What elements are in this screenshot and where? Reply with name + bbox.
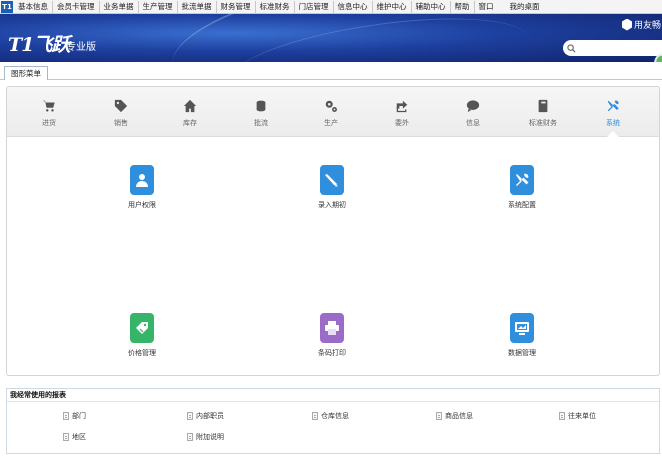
app-system-config[interactable]: 系统配置 (487, 165, 557, 210)
report-label: 内部职员 (196, 412, 224, 420)
menu-maintenance[interactable]: 维护中心 (373, 0, 412, 13)
document-icon (187, 433, 193, 441)
menu-my-desktop[interactable]: 我的桌面 (506, 1, 544, 13)
tag-icon (114, 99, 128, 113)
search-icon[interactable] (567, 43, 576, 53)
app-user-permission[interactable]: 用户权限 (107, 165, 177, 210)
document-icon (63, 412, 69, 420)
menu-business-docs[interactable]: 业务单据 (100, 0, 139, 13)
book-icon (538, 99, 548, 113)
report-label: 往来单位 (568, 412, 596, 420)
home-icon (183, 99, 197, 113)
report-label: 附加说明 (196, 433, 224, 441)
report-department[interactable]: 部门 (63, 411, 86, 421)
nav-label: 库存 (183, 119, 197, 127)
search-input[interactable] (578, 43, 658, 53)
coins-icon (256, 100, 266, 112)
report-label: 商品信息 (445, 412, 473, 420)
nav-label: 系统 (606, 119, 620, 127)
nav-label: 批流 (254, 119, 268, 127)
nav-label: 信息 (466, 119, 480, 127)
menu-batch-docs[interactable]: 批流单据 (178, 0, 217, 13)
menu-bar: T1 基本信息 会员卡管理 业务单据 生产管理 批流单据 财务管理 标准财务 门… (0, 0, 662, 14)
app-label: 录入期初 (318, 201, 346, 209)
nav-batch[interactable]: 批流 (231, 99, 291, 128)
app-label: 条码打印 (318, 349, 346, 357)
nav-production[interactable]: 生产 (301, 99, 361, 128)
menu-aux-center[interactable]: 辅助中心 (412, 0, 451, 13)
active-indicator (607, 131, 619, 137)
report-region[interactable]: 地区 (63, 432, 86, 442)
product-logo: T1飞跃 (8, 34, 70, 56)
gears-icon (325, 100, 337, 112)
app-price-management[interactable]: 价格管理 (107, 313, 177, 358)
app-label: 数据管理 (508, 349, 536, 357)
nav-outsource[interactable]: 委外 (372, 99, 432, 128)
app-logo-icon: T1 (1, 0, 13, 13)
app-barcode-print[interactable]: 条码打印 (297, 313, 367, 358)
menu-store[interactable]: 门店管理 (295, 0, 334, 13)
brand-name: 用友畅 (634, 21, 662, 31)
nav-label: 委外 (395, 119, 409, 127)
report-notes[interactable]: 附加说明 (187, 432, 224, 442)
document-icon (187, 412, 193, 420)
menu-help[interactable]: 帮助 (451, 0, 475, 13)
document-icon (559, 412, 565, 420)
tab-graphic-menu[interactable]: 图形菜单 (4, 66, 48, 80)
menu-finance[interactable]: 财务管理 (217, 0, 256, 13)
reports-title: 我经常使用的报表 (7, 389, 659, 402)
cart-icon (42, 100, 55, 112)
report-label: 仓库信息 (321, 412, 349, 420)
report-goods[interactable]: 商品信息 (436, 411, 473, 421)
search-box[interactable] (563, 40, 662, 56)
menu-production[interactable]: 生产管理 (139, 0, 178, 13)
document-icon (312, 412, 318, 420)
tools-icon (607, 100, 619, 112)
nav-label: 销售 (114, 119, 128, 127)
nav-standard-finance[interactable]: 标准财务 (513, 99, 573, 128)
brand-hex-icon (622, 18, 632, 31)
nav-label: 生产 (324, 119, 338, 127)
app-label: 价格管理 (128, 349, 156, 357)
monitor-icon[interactable] (510, 313, 534, 343)
printer-icon[interactable] (320, 313, 344, 343)
tab-strip: 图形菜单 (0, 62, 662, 80)
menu-basic-info[interactable]: 基本信息 (14, 0, 53, 13)
report-label: 地区 (72, 433, 86, 441)
price-tag-icon[interactable] (130, 313, 154, 343)
nav-purchase[interactable]: 进货 (19, 99, 79, 128)
app-label: 用户权限 (128, 201, 156, 209)
module-nav: 进货 销售 库存 批流 生产 委外 信息 标准财务 系统 (7, 87, 659, 137)
nav-info[interactable]: 信息 (443, 99, 503, 128)
nav-label: 进货 (42, 119, 56, 127)
app-data-management[interactable]: 数据管理 (487, 313, 557, 358)
document-icon (436, 412, 442, 420)
report-staff[interactable]: 内部职员 (187, 411, 224, 421)
nav-inventory[interactable]: 库存 (160, 99, 220, 128)
app-label: 系统配置 (508, 201, 536, 209)
frequent-reports: 我经常使用的报表 部门 内部职员 仓库信息 商品信息 往来单位 地区 附加说明 (6, 388, 660, 454)
menu-standard-finance[interactable]: 标准财务 (256, 0, 295, 13)
tools-icon[interactable] (510, 165, 534, 195)
pen-icon[interactable] (320, 165, 344, 195)
menu-info-center[interactable]: 信息中心 (334, 0, 373, 13)
nav-label: 标准财务 (529, 119, 557, 127)
user-icon[interactable] (130, 165, 154, 195)
app-opening-entry[interactable]: 录入期初 (297, 165, 367, 210)
brand-label: 用友畅 (622, 18, 661, 31)
report-warehouse[interactable]: 仓库信息 (312, 411, 349, 421)
document-icon (63, 433, 69, 441)
header-banner: T1飞跃 专业版 用友畅 (0, 14, 662, 62)
menu-member-card[interactable]: 会员卡管理 (53, 0, 100, 13)
nav-sales[interactable]: 销售 (91, 99, 151, 128)
share-icon (396, 100, 408, 113)
main-panel: 进货 销售 库存 批流 生产 委外 信息 标准财务 系统 用户权限 录入期初 系… (6, 86, 660, 376)
edition-label: 专业版 (66, 42, 96, 53)
menu-window[interactable]: 窗口 (475, 1, 498, 13)
chat-icon (466, 100, 480, 113)
nav-system[interactable]: 系统 (583, 99, 643, 128)
report-label: 部门 (72, 412, 86, 420)
report-partner[interactable]: 往来单位 (559, 411, 596, 421)
